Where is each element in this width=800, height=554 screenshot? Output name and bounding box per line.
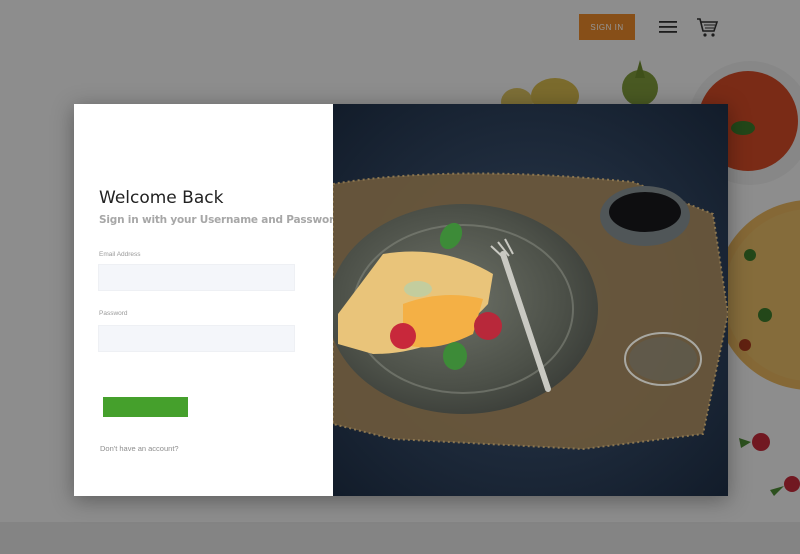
email-label: Email Address: [99, 251, 141, 258]
modal-subtitle: Sign in with your Username and Password: [99, 214, 342, 226]
password-label: Password: [99, 310, 128, 317]
crepe-plate-image: [333, 104, 728, 496]
food-photo: [333, 104, 728, 496]
signup-link[interactable]: Don't have an account?: [100, 444, 179, 453]
password-field[interactable]: [98, 325, 295, 352]
signin-form-panel: Welcome Back Sign in with your Username …: [74, 104, 341, 496]
signin-modal: Welcome Back Sign in with your Username …: [74, 104, 728, 496]
email-field[interactable]: [98, 264, 295, 291]
modal-title: Welcome Back: [99, 188, 224, 208]
signin-submit-button[interactable]: [103, 397, 188, 417]
